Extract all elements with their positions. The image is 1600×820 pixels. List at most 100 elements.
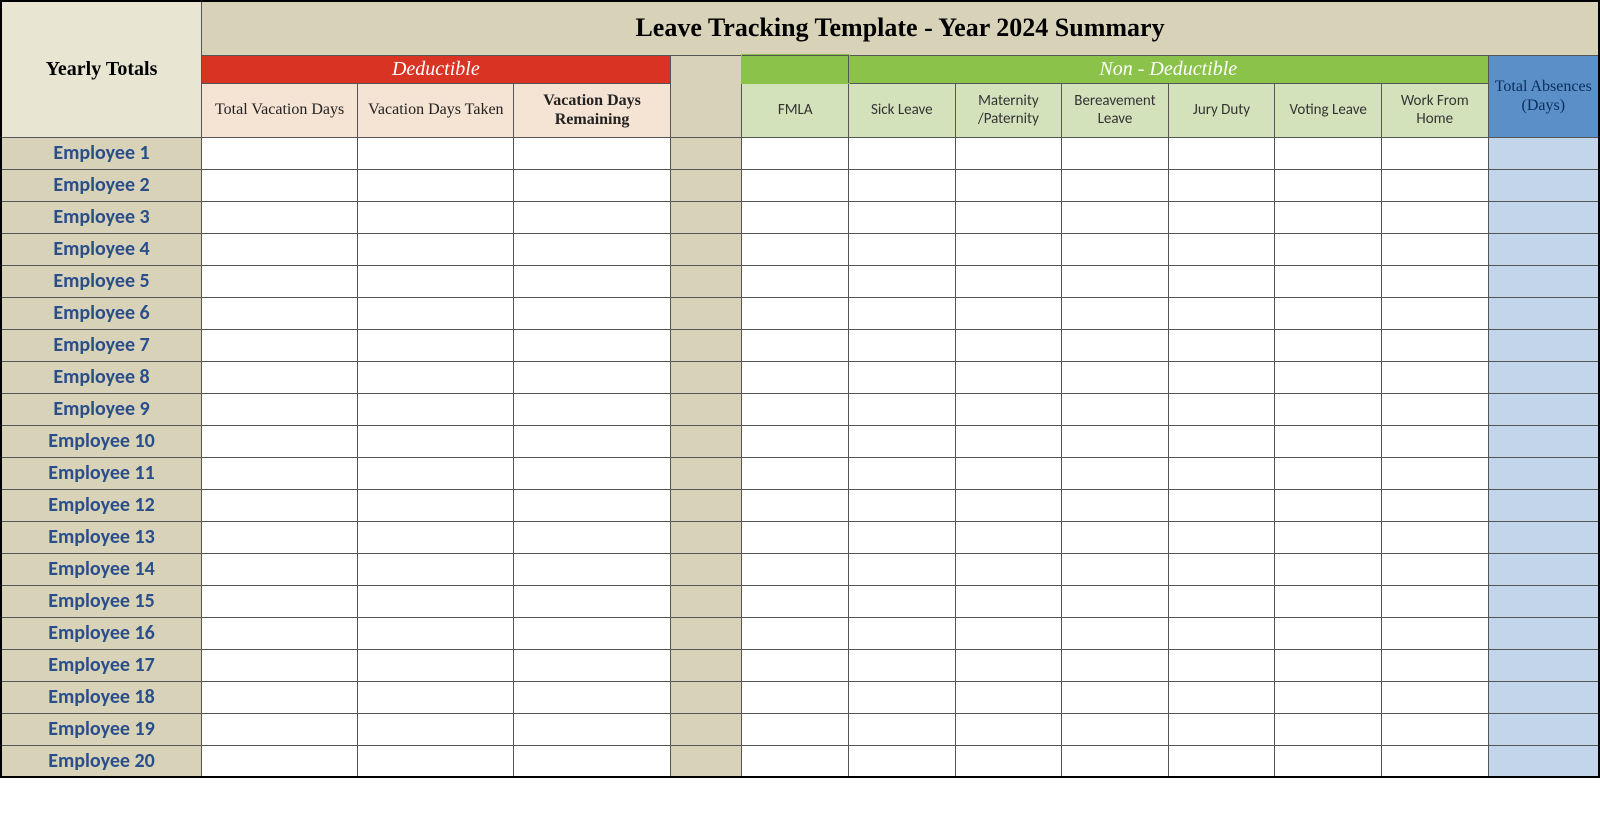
nondeductible-cell[interactable] [1062,233,1169,265]
employee-label[interactable]: Employee 15 [1,585,202,617]
nondeductible-cell[interactable] [1062,425,1169,457]
nondeductible-cell[interactable] [1062,137,1169,169]
nondeductible-cell[interactable] [1381,585,1488,617]
nondeductible-cell[interactable] [955,553,1062,585]
deductible-cell[interactable] [358,681,514,713]
deductible-cell[interactable] [514,489,670,521]
nondeductible-cell[interactable] [1381,553,1488,585]
nondeductible-cell[interactable] [1168,553,1275,585]
nondeductible-cell[interactable] [742,713,849,745]
nondeductible-cell[interactable] [1381,393,1488,425]
deductible-cell[interactable] [514,265,670,297]
nondeductible-cell[interactable] [955,457,1062,489]
nondeductible-cell[interactable] [955,489,1062,521]
deductible-cell[interactable] [358,265,514,297]
employee-label[interactable]: Employee 5 [1,265,202,297]
nondeductible-cell[interactable] [1381,233,1488,265]
nondeductible-cell[interactable] [1062,553,1169,585]
nondeductible-cell[interactable] [1275,489,1382,521]
nondeductible-cell[interactable] [742,393,849,425]
total-absences-cell[interactable] [1488,425,1599,457]
nondeductible-cell[interactable] [742,585,849,617]
deductible-cell[interactable] [358,649,514,681]
total-absences-cell[interactable] [1488,649,1599,681]
nondeductible-cell[interactable] [955,169,1062,201]
nondeductible-cell[interactable] [849,169,956,201]
nondeductible-cell[interactable] [1168,521,1275,553]
nondeductible-cell[interactable] [1062,169,1169,201]
nondeductible-cell[interactable] [955,681,1062,713]
deductible-cell[interactable] [514,457,670,489]
nondeductible-cell[interactable] [742,201,849,233]
deductible-cell[interactable] [202,425,358,457]
nondeductible-cell[interactable] [849,745,956,777]
nondeductible-cell[interactable] [955,425,1062,457]
nondeductible-cell[interactable] [742,169,849,201]
employee-label[interactable]: Employee 4 [1,233,202,265]
nondeductible-cell[interactable] [1275,553,1382,585]
nondeductible-cell[interactable] [955,297,1062,329]
nondeductible-cell[interactable] [955,585,1062,617]
employee-label[interactable]: Employee 1 [1,137,202,169]
nondeductible-cell[interactable] [1275,361,1382,393]
nondeductible-cell[interactable] [742,297,849,329]
deductible-cell[interactable] [514,585,670,617]
nondeductible-cell[interactable] [1168,585,1275,617]
deductible-cell[interactable] [514,361,670,393]
nondeductible-cell[interactable] [955,393,1062,425]
total-absences-cell[interactable] [1488,297,1599,329]
deductible-cell[interactable] [514,521,670,553]
employee-label[interactable]: Employee 9 [1,393,202,425]
deductible-cell[interactable] [202,233,358,265]
total-absences-cell[interactable] [1488,521,1599,553]
total-absences-cell[interactable] [1488,713,1599,745]
nondeductible-cell[interactable] [742,521,849,553]
nondeductible-cell[interactable] [849,489,956,521]
employee-label[interactable]: Employee 20 [1,745,202,777]
nondeductible-cell[interactable] [1381,681,1488,713]
nondeductible-cell[interactable] [955,233,1062,265]
employee-label[interactable]: Employee 2 [1,169,202,201]
deductible-cell[interactable] [202,521,358,553]
deductible-cell[interactable] [202,457,358,489]
employee-label[interactable]: Employee 19 [1,713,202,745]
nondeductible-cell[interactable] [1168,617,1275,649]
nondeductible-cell[interactable] [742,233,849,265]
nondeductible-cell[interactable] [1381,297,1488,329]
deductible-cell[interactable] [358,137,514,169]
deductible-cell[interactable] [514,329,670,361]
nondeductible-cell[interactable] [1168,361,1275,393]
employee-label[interactable]: Employee 6 [1,297,202,329]
deductible-cell[interactable] [358,393,514,425]
deductible-cell[interactable] [202,713,358,745]
nondeductible-cell[interactable] [1381,521,1488,553]
nondeductible-cell[interactable] [1275,137,1382,169]
nondeductible-cell[interactable] [742,745,849,777]
total-absences-cell[interactable] [1488,617,1599,649]
deductible-cell[interactable] [202,201,358,233]
nondeductible-cell[interactable] [849,585,956,617]
nondeductible-cell[interactable] [1381,137,1488,169]
nondeductible-cell[interactable] [1381,201,1488,233]
total-absences-cell[interactable] [1488,169,1599,201]
deductible-cell[interactable] [202,745,358,777]
employee-label[interactable]: Employee 18 [1,681,202,713]
nondeductible-cell[interactable] [1381,329,1488,361]
deductible-cell[interactable] [514,233,670,265]
deductible-cell[interactable] [358,713,514,745]
nondeductible-cell[interactable] [1168,457,1275,489]
employee-label[interactable]: Employee 12 [1,489,202,521]
total-absences-cell[interactable] [1488,265,1599,297]
deductible-cell[interactable] [202,681,358,713]
deductible-cell[interactable] [514,297,670,329]
nondeductible-cell[interactable] [849,329,956,361]
deductible-cell[interactable] [202,553,358,585]
nondeductible-cell[interactable] [742,457,849,489]
nondeductible-cell[interactable] [1168,201,1275,233]
nondeductible-cell[interactable] [849,617,956,649]
total-absences-cell[interactable] [1488,233,1599,265]
nondeductible-cell[interactable] [1168,649,1275,681]
deductible-cell[interactable] [514,649,670,681]
nondeductible-cell[interactable] [1062,681,1169,713]
nondeductible-cell[interactable] [742,489,849,521]
